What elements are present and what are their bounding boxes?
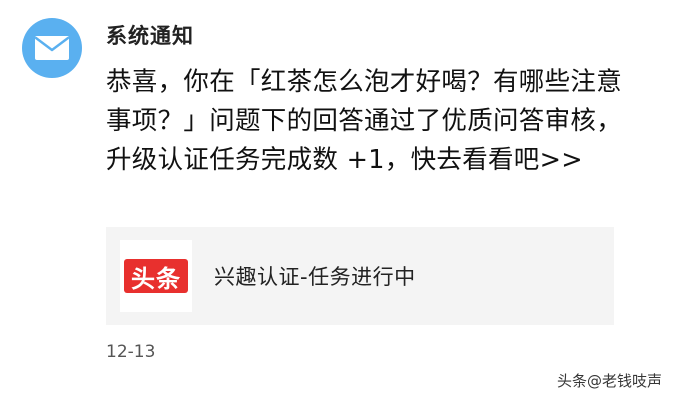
task-card[interactable]: 头条 兴趣认证-任务进行中	[106, 227, 614, 325]
toutiao-logo: 头条	[120, 240, 192, 312]
notification-date: 12-13	[106, 342, 156, 362]
watermark: 头条@老钱吱声	[556, 372, 662, 390]
sender-name: 系统通知	[106, 24, 194, 48]
toutiao-logo-badge: 头条	[124, 259, 188, 293]
notification-message[interactable]: 恭喜，你在「红茶怎么泡才好喝？有哪些注意事项？」问题下的回答通过了优质问答审核，…	[106, 63, 636, 180]
system-notification-avatar	[22, 18, 82, 78]
mail-icon	[34, 36, 70, 60]
task-card-title: 兴趣认证-任务进行中	[214, 265, 416, 289]
notification-page: 系统通知 恭喜，你在「红茶怎么泡才好喝？有哪些注意事项？」问题下的回答通过了优质…	[0, 0, 676, 405]
